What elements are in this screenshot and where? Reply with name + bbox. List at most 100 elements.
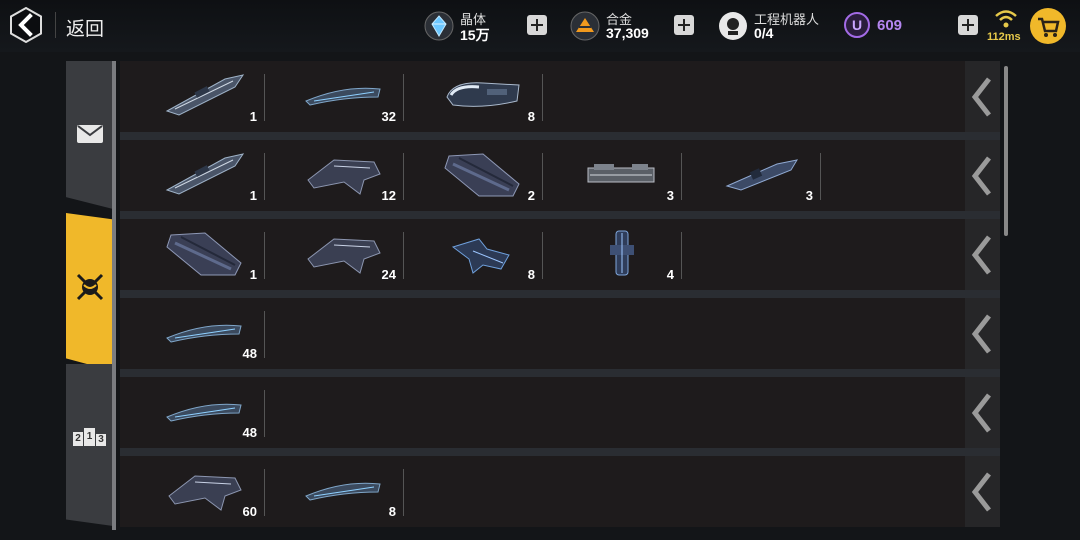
ship-quantity: 4 — [666, 267, 674, 282]
expand-row-button[interactable] — [965, 377, 1000, 448]
chevron-left-icon — [971, 393, 991, 433]
back-button-label[interactable]: 返回 — [66, 14, 104, 41]
chevron-left-icon — [971, 77, 991, 117]
fleet-row: 1 24 8 4 — [120, 219, 965, 290]
ship-slot[interactable]: 48 — [125, 298, 265, 369]
ship-slot[interactable]: 1 — [125, 140, 265, 211]
corvette-ship-icon — [721, 150, 801, 198]
alloy-value: 37,309 — [606, 25, 649, 41]
ship-slot[interactable]: 1 — [125, 219, 265, 290]
row-separator — [120, 290, 1000, 298]
ship-quantity: 12 — [381, 188, 396, 203]
tab-battle[interactable] — [66, 213, 113, 371]
ship-quantity: 1 — [249, 109, 257, 124]
ship-quantity: 1 — [249, 188, 257, 203]
ship-slot[interactable]: 12 — [264, 140, 404, 211]
row-separator — [120, 132, 1000, 140]
ship-slot[interactable]: 3 — [681, 140, 821, 211]
slot-divider — [264, 311, 265, 358]
chevron-left-icon — [971, 235, 991, 275]
add-alloy-button[interactable] — [674, 15, 694, 35]
ship-slot[interactable]: 2 — [403, 140, 543, 211]
chevron-left-icon — [971, 314, 991, 354]
divider — [55, 12, 56, 38]
slot-divider — [403, 469, 404, 516]
slot-divider — [681, 232, 682, 279]
ship-slot[interactable]: 48 — [125, 377, 265, 448]
ship-slot[interactable]: 32 — [264, 61, 404, 132]
robot-resource: 工程机器人 0/4 — [718, 8, 828, 44]
top-bar: 返回 晶体 15万 合金 37,309 工程机器人 0/4 U 609 112m… — [0, 0, 1080, 52]
alloy-icon — [570, 11, 600, 41]
row-separator — [120, 369, 1000, 377]
crystal-resource: 晶体 15万 — [424, 8, 524, 44]
ship-slot[interactable]: 4 — [542, 219, 682, 290]
destroyer-ship-icon — [165, 150, 245, 198]
ship-quantity: 60 — [242, 504, 257, 519]
scrollbar[interactable] — [1004, 66, 1008, 236]
frigate-ship-icon — [304, 466, 384, 514]
mecha-ship-icon — [582, 229, 662, 277]
expand-row-button[interactable] — [965, 219, 1000, 290]
podium-icon: 2 1 3 — [73, 428, 107, 446]
ship-quantity: 24 — [381, 267, 396, 282]
frigate-ship-icon — [165, 308, 245, 356]
wifi-icon — [995, 10, 1017, 28]
frigate-ship-icon — [304, 71, 384, 119]
add-premium-button[interactable] — [958, 15, 978, 35]
ship-slot[interactable]: 8 — [403, 61, 543, 132]
ship-quantity: 1 — [249, 267, 257, 282]
ship-quantity: 3 — [805, 188, 813, 203]
ship-quantity: 48 — [242, 425, 257, 440]
ship-quantity: 8 — [527, 109, 535, 124]
battleship-ship-icon — [443, 150, 523, 198]
fleet-row: 1 12 2 3 3 — [120, 140, 965, 211]
ship-slot[interactable]: 8 — [264, 456, 404, 527]
cart-icon — [1038, 17, 1060, 37]
ship-slot[interactable]: 3 — [542, 140, 682, 211]
ship-quantity: 8 — [388, 504, 396, 519]
envelope-icon — [77, 125, 103, 143]
add-crystal-button[interactable] — [527, 15, 547, 35]
fleet-list: 1 32 8 1 12 2 3 3 1 24 8 4 48 48 60 8 — [120, 61, 1000, 530]
fleet-row: 60 8 — [120, 456, 965, 527]
fleet-row: 48 — [120, 298, 965, 369]
expand-row-button[interactable] — [965, 456, 1000, 527]
ship-quantity: 48 — [242, 346, 257, 361]
frigate-ship-icon — [165, 387, 245, 435]
ship-quantity: 32 — [381, 109, 396, 124]
crystal-value: 15万 — [460, 27, 490, 43]
sidebar-tabs: 2 1 3 — [66, 61, 116, 530]
crossed-swords-icon — [76, 273, 104, 301]
shop-button[interactable] — [1030, 8, 1066, 44]
tab-mail[interactable] — [66, 61, 113, 209]
ship-slot[interactable]: 24 — [264, 219, 404, 290]
fighter-ship-icon — [443, 229, 523, 277]
premium-currency-icon: U — [844, 12, 870, 38]
row-separator — [120, 211, 1000, 219]
back-icon[interactable] — [9, 7, 43, 43]
chevron-left-icon — [971, 472, 991, 512]
ship-slot[interactable]: 8 — [403, 219, 543, 290]
gunship-ship-icon — [304, 229, 384, 277]
ship-quantity: 2 — [527, 188, 535, 203]
ship-slot[interactable]: 60 — [125, 456, 265, 527]
robot-icon — [719, 12, 747, 40]
crystal-icon — [424, 11, 454, 41]
fleet-row: 1 32 8 — [120, 61, 965, 132]
ping-value: 112ms — [987, 31, 1021, 43]
cruiser-ship-icon — [443, 71, 523, 119]
expand-row-button[interactable] — [965, 298, 1000, 369]
tab-ranking[interactable]: 2 1 3 — [66, 364, 113, 526]
battleship-ship-icon — [165, 229, 245, 277]
expand-row-button[interactable] — [965, 140, 1000, 211]
slot-divider — [820, 153, 821, 200]
robot-value: 0/4 — [754, 25, 774, 41]
fleet-row: 48 — [120, 377, 965, 448]
ship-slot[interactable]: 1 — [125, 61, 265, 132]
expand-row-button[interactable] — [965, 61, 1000, 132]
chevron-left-icon — [971, 156, 991, 196]
gunship-ship-icon — [165, 466, 245, 514]
alloy-resource: 合金 37,309 — [570, 8, 670, 44]
slot-divider — [264, 390, 265, 437]
